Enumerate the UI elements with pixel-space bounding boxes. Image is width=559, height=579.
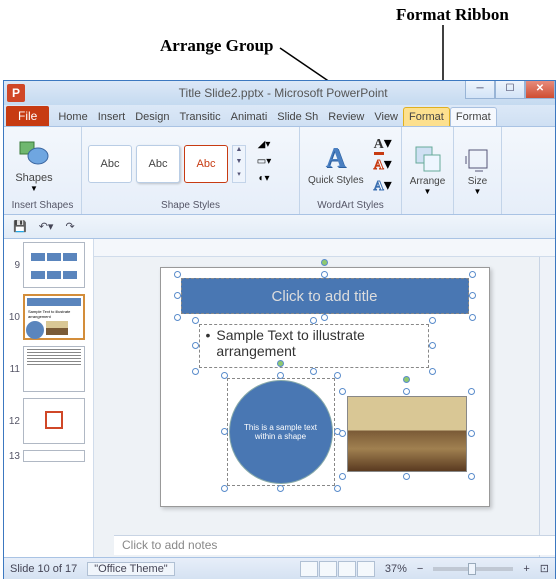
ribbon-tabs: File Home Insert Design Transitic Animat…: [4, 105, 555, 127]
reading-view-button[interactable]: [338, 561, 356, 577]
tab-file[interactable]: File: [6, 106, 49, 126]
maximize-button[interactable]: ☐: [495, 81, 525, 99]
group-shape-styles: Shape Styles: [86, 199, 295, 212]
tab-animations[interactable]: Animati: [226, 108, 273, 126]
normal-view-button[interactable]: [300, 561, 318, 577]
style-item-3[interactable]: Abc: [184, 145, 228, 183]
app-window: P Title Slide2.pptx - Microsoft PowerPoi…: [3, 80, 556, 579]
tab-insert[interactable]: Insert: [93, 108, 131, 126]
wordart-a-icon: A: [326, 143, 346, 175]
tab-view[interactable]: View: [369, 108, 403, 126]
slide-area: Click to add title Sample Text to illust…: [94, 239, 555, 579]
shape-effects-button[interactable]: ◐▾: [254, 173, 274, 189]
slide-canvas[interactable]: Click to add title Sample Text to illust…: [94, 257, 555, 559]
ribbon-body: Shapes ▼ Insert Shapes Abc Abc Abc ▲▼▾ ◢…: [4, 127, 555, 215]
minimize-button[interactable]: ─: [465, 81, 495, 99]
group-wordart-styles: WordArt Styles: [304, 199, 397, 212]
tab-review[interactable]: Review: [323, 108, 369, 126]
body-line2: arrangement: [216, 343, 295, 359]
body-line1: Sample Text to illustrate: [216, 327, 364, 343]
titlebar: P Title Slide2.pptx - Microsoft PowerPoi…: [4, 81, 555, 105]
undo-icon[interactable]: ↶▾: [36, 219, 57, 234]
zoom-slider[interactable]: [433, 567, 513, 571]
quick-styles-label: Quick Styles: [308, 175, 364, 186]
quick-styles-button[interactable]: A Quick Styles: [306, 141, 366, 188]
tab-transitions[interactable]: Transitic: [174, 108, 225, 126]
group-insert-shapes: Insert Shapes: [8, 199, 77, 212]
slideshow-view-button[interactable]: [357, 561, 375, 577]
body-text-box[interactable]: Sample Text to illustratearrangement: [199, 324, 429, 368]
tab-design[interactable]: Design: [130, 108, 174, 126]
powerpoint-icon: P: [7, 84, 25, 102]
arrange-label: Arrange: [410, 176, 446, 187]
shape-style-gallery[interactable]: Abc Abc Abc ▲▼▾: [88, 145, 246, 183]
window-title: Title Slide2.pptx - Microsoft PowerPoint: [28, 86, 538, 100]
title-text: Click to add title: [272, 288, 378, 305]
slide-counter: Slide 10 of 17: [10, 563, 77, 575]
shapes-icon: [16, 138, 52, 170]
style-item-2[interactable]: Abc: [136, 145, 180, 183]
picture-shape[interactable]: [347, 396, 467, 472]
thumb-10[interactable]: Sample Text to illustrate arrangement: [23, 294, 85, 340]
notes-pane[interactable]: Click to add notes: [114, 535, 555, 555]
size-button[interactable]: Size ▼: [460, 142, 495, 198]
thumb-num-13: 13: [6, 451, 20, 462]
save-icon[interactable]: 💾: [10, 219, 30, 234]
ruler-horizontal: [94, 239, 555, 257]
shapes-label: Shapes: [10, 172, 58, 184]
fit-button[interactable]: ⊡: [540, 562, 549, 575]
gallery-more-button[interactable]: ▲▼▾: [232, 145, 246, 183]
mountain-image: [347, 396, 467, 472]
slide-thumbnails: 9 10 Sample Text to illustrate arrangeme…: [4, 239, 94, 579]
tab-format-2[interactable]: Format: [450, 107, 497, 126]
thumb-13[interactable]: [23, 450, 85, 462]
slide: Click to add title Sample Text to illust…: [160, 267, 490, 507]
vertical-scrollbar[interactable]: [539, 257, 555, 579]
arrange-button[interactable]: Arrange ▼: [408, 142, 448, 198]
annotation-format-ribbon: Format Ribbon: [396, 5, 509, 25]
thumb-num-11: 11: [6, 364, 20, 375]
shape-outline-button[interactable]: ▭▾: [254, 156, 274, 172]
size-icon: [463, 144, 493, 174]
zoom-out-button[interactable]: −: [417, 563, 423, 575]
shapes-button[interactable]: Shapes ▼: [10, 136, 58, 193]
text-fill-button[interactable]: A▾: [374, 133, 392, 153]
zoom-level: 37%: [385, 563, 407, 575]
zoom-in-button[interactable]: +: [523, 563, 529, 575]
circle-shape[interactable]: This is a sample text within a shape: [229, 380, 333, 484]
statusbar: Slide 10 of 17 "Office Theme" 37% − + ⊡: [4, 557, 555, 579]
size-label: Size: [462, 176, 493, 187]
style-item-1[interactable]: Abc: [88, 145, 132, 183]
thumb-11[interactable]: [23, 346, 85, 392]
annotation-arrange-group: Arrange Group: [160, 36, 274, 56]
sorter-view-button[interactable]: [319, 561, 337, 577]
tab-home[interactable]: Home: [53, 108, 92, 126]
close-button[interactable]: ✕: [525, 81, 555, 99]
main-area: 9 10 Sample Text to illustrate arrangeme…: [4, 239, 555, 579]
quick-toolbar: 💾 ↶▾ ↷: [4, 215, 555, 239]
arrange-icon: [413, 144, 443, 174]
thumb-num-12: 12: [6, 416, 20, 427]
text-effects-button[interactable]: A▾: [374, 175, 392, 195]
thumb-12[interactable]: [23, 398, 85, 444]
tab-format-1[interactable]: Format: [403, 107, 450, 126]
thumb-num-9: 9: [6, 260, 20, 271]
theme-name: "Office Theme": [87, 562, 174, 576]
tab-slideshow[interactable]: Slide Sh: [272, 108, 323, 126]
redo-icon[interactable]: ↷: [62, 219, 77, 234]
title-placeholder[interactable]: Click to add title: [181, 278, 469, 314]
thumb-9[interactable]: [23, 242, 85, 288]
thumb-num-10: 10: [6, 312, 20, 323]
text-outline-button[interactable]: A▾: [374, 154, 392, 174]
shape-fill-button[interactable]: ◢▾: [254, 139, 274, 155]
notes-placeholder: Click to add notes: [122, 538, 217, 552]
